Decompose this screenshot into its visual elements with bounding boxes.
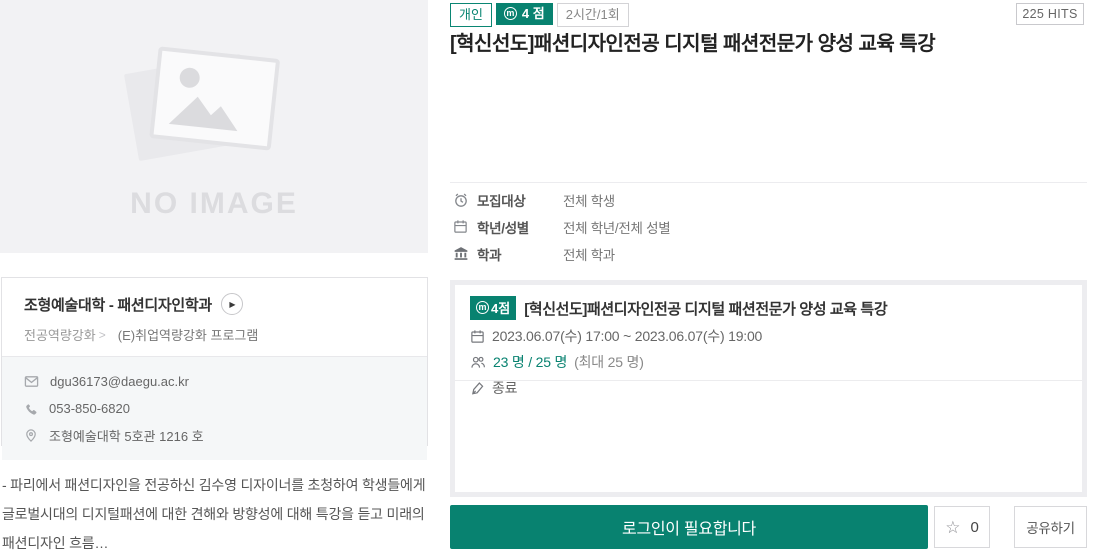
- session-card: 4점 [혁신선도]패션디자인전공 디지털 패션전문가 양성 교육 특강 2023…: [450, 280, 1087, 497]
- badge-row: 개인 4 점 2시간/1회: [450, 3, 629, 27]
- info-value: 전체 학생: [563, 193, 615, 209]
- page-title: [혁신선도]패션디자인전공 디지털 패션전문가 양성 교육 특강: [450, 33, 936, 55]
- point-badge-label: 4 점: [521, 6, 545, 21]
- info-value: 전체 학과: [563, 247, 615, 263]
- point-badge: 4 점: [495, 3, 553, 25]
- no-image-icon: [124, 46, 280, 161]
- no-image-label: NO IMAGE: [130, 186, 298, 220]
- breadcrumb-program: (E)취업역량강화 프로그램: [117, 328, 259, 343]
- info-value: 전체 학년/전체 성별: [563, 220, 671, 236]
- contact-location: 조형예술대학 5호관 1216 호: [49, 429, 204, 444]
- session-schedule-row: 2023.06.07(수) 17:00 ~ 2023.06.07(수) 19:0…: [470, 326, 1067, 346]
- contact-email-row: dgu36173@daegu.ac.kr: [24, 368, 405, 395]
- info-label: 모집대상: [477, 193, 526, 209]
- m-circle-icon: [503, 7, 517, 20]
- star-icon: [945, 519, 960, 536]
- organization-card: 조형예술대학 - 패션디자인학과 전공역량강화 > (E)취업역량강화 프로그램…: [1, 277, 428, 460]
- organization-title: 조형예술대학 - 패션디자인학과: [24, 296, 212, 314]
- favorite-button[interactable]: 0: [934, 506, 990, 548]
- play-icon[interactable]: [220, 293, 243, 315]
- program-detail-page: NO IMAGE 조형예술대학 - 패션디자인학과 전공역량강화 > (E)취업…: [0, 0, 1095, 552]
- calendar-icon: [470, 329, 485, 344]
- info-label: 학년/성별: [477, 220, 529, 236]
- favorite-count: 0: [970, 518, 979, 536]
- share-button[interactable]: 공유하기: [1014, 506, 1087, 548]
- contact-section: dgu36173@daegu.ac.kr 053-850-6820 조형예술대학…: [2, 356, 427, 460]
- breadcrumb-category: 전공역량강화: [24, 328, 96, 343]
- contact-email: dgu36173@daegu.ac.kr: [50, 374, 189, 389]
- hits-counter: 225 HITS: [1016, 3, 1084, 25]
- session-point-badge: 4점: [470, 296, 517, 320]
- session-enrollment: 23 명 / 25 명: [493, 354, 568, 370]
- program-thumbnail-placeholder: NO IMAGE: [0, 0, 428, 253]
- bank-icon: [452, 246, 469, 261]
- chevron-right-icon: >: [98, 327, 106, 342]
- people-icon: [470, 355, 486, 370]
- program-description: - 파리에서 패션디자인을 전공하신 김수영 디자이너를 초청하여 학생들에게 …: [2, 477, 426, 551]
- program-description-block: - 파리에서 패션디자인을 전공하신 김수영 디자이너를 초청하여 학생들에게 …: [2, 471, 428, 552]
- mail-icon: [24, 374, 39, 389]
- contact-phone-row: 053-850-6820: [24, 395, 405, 422]
- program-info-list: 모집대상 전체 학생 학년/성별 전체 학년/전체 성별 학과 전체 학과: [452, 186, 671, 267]
- map-pin-icon: [24, 428, 38, 443]
- info-row-grade-gender: 학년/성별 전체 학년/전체 성별: [452, 213, 671, 240]
- session-schedule: 2023.06.07(수) 17:00 ~ 2023.06.07(수) 19:0…: [492, 328, 763, 344]
- session-point-label: 4점: [491, 301, 511, 316]
- login-required-button[interactable]: 로그인이 필요합니다: [450, 505, 928, 549]
- phone-icon: [24, 402, 38, 416]
- m-circle-icon: [476, 301, 489, 314]
- breadcrumb: 전공역량강화 > (E)취업역량강화 프로그램: [24, 325, 405, 344]
- session-enrollment-max: (최대 25 명): [574, 354, 644, 370]
- contact-phone: 053-850-6820: [49, 401, 130, 416]
- session-card-body: [455, 381, 1082, 492]
- calendar-icon: [452, 219, 469, 234]
- info-row-target: 모집대상 전체 학생: [452, 186, 670, 213]
- session-title: [혁신선도]패션디자인전공 디지털 패션전문가 양성 교육 특강: [524, 300, 888, 318]
- session-enrollment-row: 23 명 / 25 명 (최대 25 명): [470, 352, 1067, 372]
- info-row-department: 학과 전체 학과: [452, 240, 670, 267]
- divider: [450, 182, 1087, 183]
- type-badge: 개인: [450, 3, 492, 27]
- info-label: 학과: [477, 247, 502, 263]
- alarm-clock-icon: [452, 192, 469, 208]
- duration-badge: 2시간/1회: [556, 3, 629, 27]
- contact-location-row: 조형예술대학 5호관 1216 호: [24, 422, 405, 449]
